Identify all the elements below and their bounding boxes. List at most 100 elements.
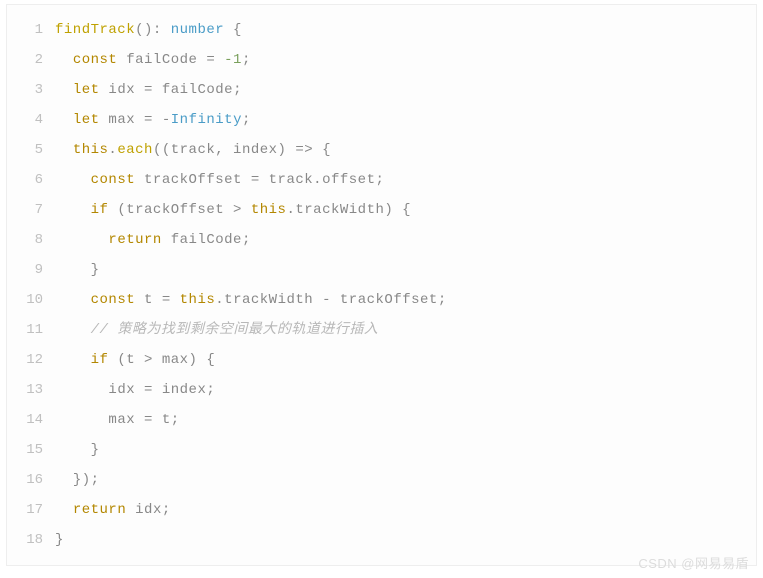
code-line: 6 const trackOffset = track.offset;	[7, 165, 756, 195]
token-op: .	[108, 142, 117, 158]
token-op: .	[215, 292, 224, 308]
code-content: const failCode = -1;	[55, 45, 756, 75]
token-kw: const	[73, 52, 118, 68]
token-op: -	[313, 292, 340, 308]
code-line: 13 idx = index;	[7, 375, 756, 405]
token-op: });	[73, 472, 100, 488]
line-number: 15	[7, 435, 55, 465]
token-op: =	[144, 82, 162, 98]
code-content: if (t > max) {	[55, 345, 756, 375]
token-id: trackOffset	[340, 292, 438, 308]
code-content: }	[55, 435, 756, 465]
token-ty: number	[171, 22, 224, 38]
token-kw: if	[91, 352, 109, 368]
token-kw: return	[108, 232, 161, 248]
token-ty: Infinity	[171, 112, 242, 128]
token-id: t	[135, 292, 162, 308]
code-content: if (trackOffset > this.trackWidth) {	[55, 195, 756, 225]
token-id: t	[162, 412, 171, 428]
line-number: 18	[7, 525, 55, 555]
token-op: (trackOffset >	[108, 202, 250, 218]
token-kw: this	[251, 202, 287, 218]
token-op: {	[224, 22, 242, 38]
token-op: ;	[242, 232, 251, 248]
token-id: failCode	[162, 82, 233, 98]
token-op: ;	[233, 82, 242, 98]
code-content: let max = -Infinity;	[55, 105, 756, 135]
token-op: ((track, index)	[153, 142, 295, 158]
token-op: ;	[438, 292, 447, 308]
token-op: }	[91, 262, 100, 278]
line-number: 9	[7, 255, 55, 285]
token-id: idx	[100, 82, 145, 98]
code-line: 5 this.each((track, index) => {	[7, 135, 756, 165]
token-op: = -	[144, 112, 171, 128]
token-kw: const	[91, 172, 136, 188]
token-id: failCode	[117, 52, 206, 68]
token-id: max	[100, 112, 145, 128]
token-op: (t > max) {	[108, 352, 215, 368]
line-number: 10	[7, 285, 55, 315]
token-id: track	[269, 172, 314, 188]
token-op: }	[55, 532, 64, 548]
token-kw: let	[73, 82, 100, 98]
code-content: return failCode;	[55, 225, 756, 255]
token-cm: // 策略为找到剩余空间最大的轨道进行插入	[91, 322, 379, 338]
code-content: return idx;	[55, 495, 756, 525]
token-op: ) {	[384, 202, 411, 218]
code-line: 4 let max = -Infinity;	[7, 105, 756, 135]
code-content: const trackOffset = track.offset;	[55, 165, 756, 195]
token-op: ;	[376, 172, 385, 188]
token-id: failCode	[162, 232, 242, 248]
token-id: offset	[322, 172, 375, 188]
code-line: 3 let idx = failCode;	[7, 75, 756, 105]
line-number: 5	[7, 135, 55, 165]
line-number: 17	[7, 495, 55, 525]
code-block: 1findTrack(): number {2 const failCode =…	[6, 4, 757, 566]
line-number: 13	[7, 375, 55, 405]
token-op: }	[91, 442, 100, 458]
token-op: ():	[135, 22, 171, 38]
token-id: trackWidth	[295, 202, 384, 218]
code-line: 17 return idx;	[7, 495, 756, 525]
token-op: ;	[162, 502, 171, 518]
token-kw: this	[73, 142, 109, 158]
code-line: 14 max = t;	[7, 405, 756, 435]
token-id: idx	[126, 502, 162, 518]
token-op: ;	[242, 52, 251, 68]
code-line: 12 if (t > max) {	[7, 345, 756, 375]
code-content: const t = this.trackWidth - trackOffset;	[55, 285, 756, 315]
token-op: ;	[206, 382, 215, 398]
line-number: 11	[7, 315, 55, 345]
token-num: -1	[224, 52, 242, 68]
token-op: {	[313, 142, 331, 158]
code-content: });	[55, 465, 756, 495]
token-op: =	[251, 172, 269, 188]
code-line: 18}	[7, 525, 756, 555]
line-number: 12	[7, 345, 55, 375]
code-line: 16 });	[7, 465, 756, 495]
code-line: 15 }	[7, 435, 756, 465]
code-content: }	[55, 255, 756, 285]
code-content: findTrack(): number {	[55, 15, 756, 45]
code-content: max = t;	[55, 405, 756, 435]
token-op: =	[206, 52, 224, 68]
token-kw: if	[91, 202, 109, 218]
code-line: 10 const t = this.trackWidth - trackOffs…	[7, 285, 756, 315]
code-content: // 策略为找到剩余空间最大的轨道进行插入	[55, 315, 756, 345]
line-number: 8	[7, 225, 55, 255]
code-line: 8 return failCode;	[7, 225, 756, 255]
token-kw: let	[73, 112, 100, 128]
token-id: trackOffset	[135, 172, 251, 188]
code-content: }	[55, 525, 756, 555]
token-fn: each	[117, 142, 153, 158]
line-number: 6	[7, 165, 55, 195]
line-number: 2	[7, 45, 55, 75]
code-line: 11 // 策略为找到剩余空间最大的轨道进行插入	[7, 315, 756, 345]
token-kw: this	[180, 292, 216, 308]
token-id: max	[108, 412, 144, 428]
code-content: let idx = failCode;	[55, 75, 756, 105]
token-id: idx	[108, 382, 144, 398]
token-id: index	[162, 382, 207, 398]
line-number: 1	[7, 15, 55, 45]
